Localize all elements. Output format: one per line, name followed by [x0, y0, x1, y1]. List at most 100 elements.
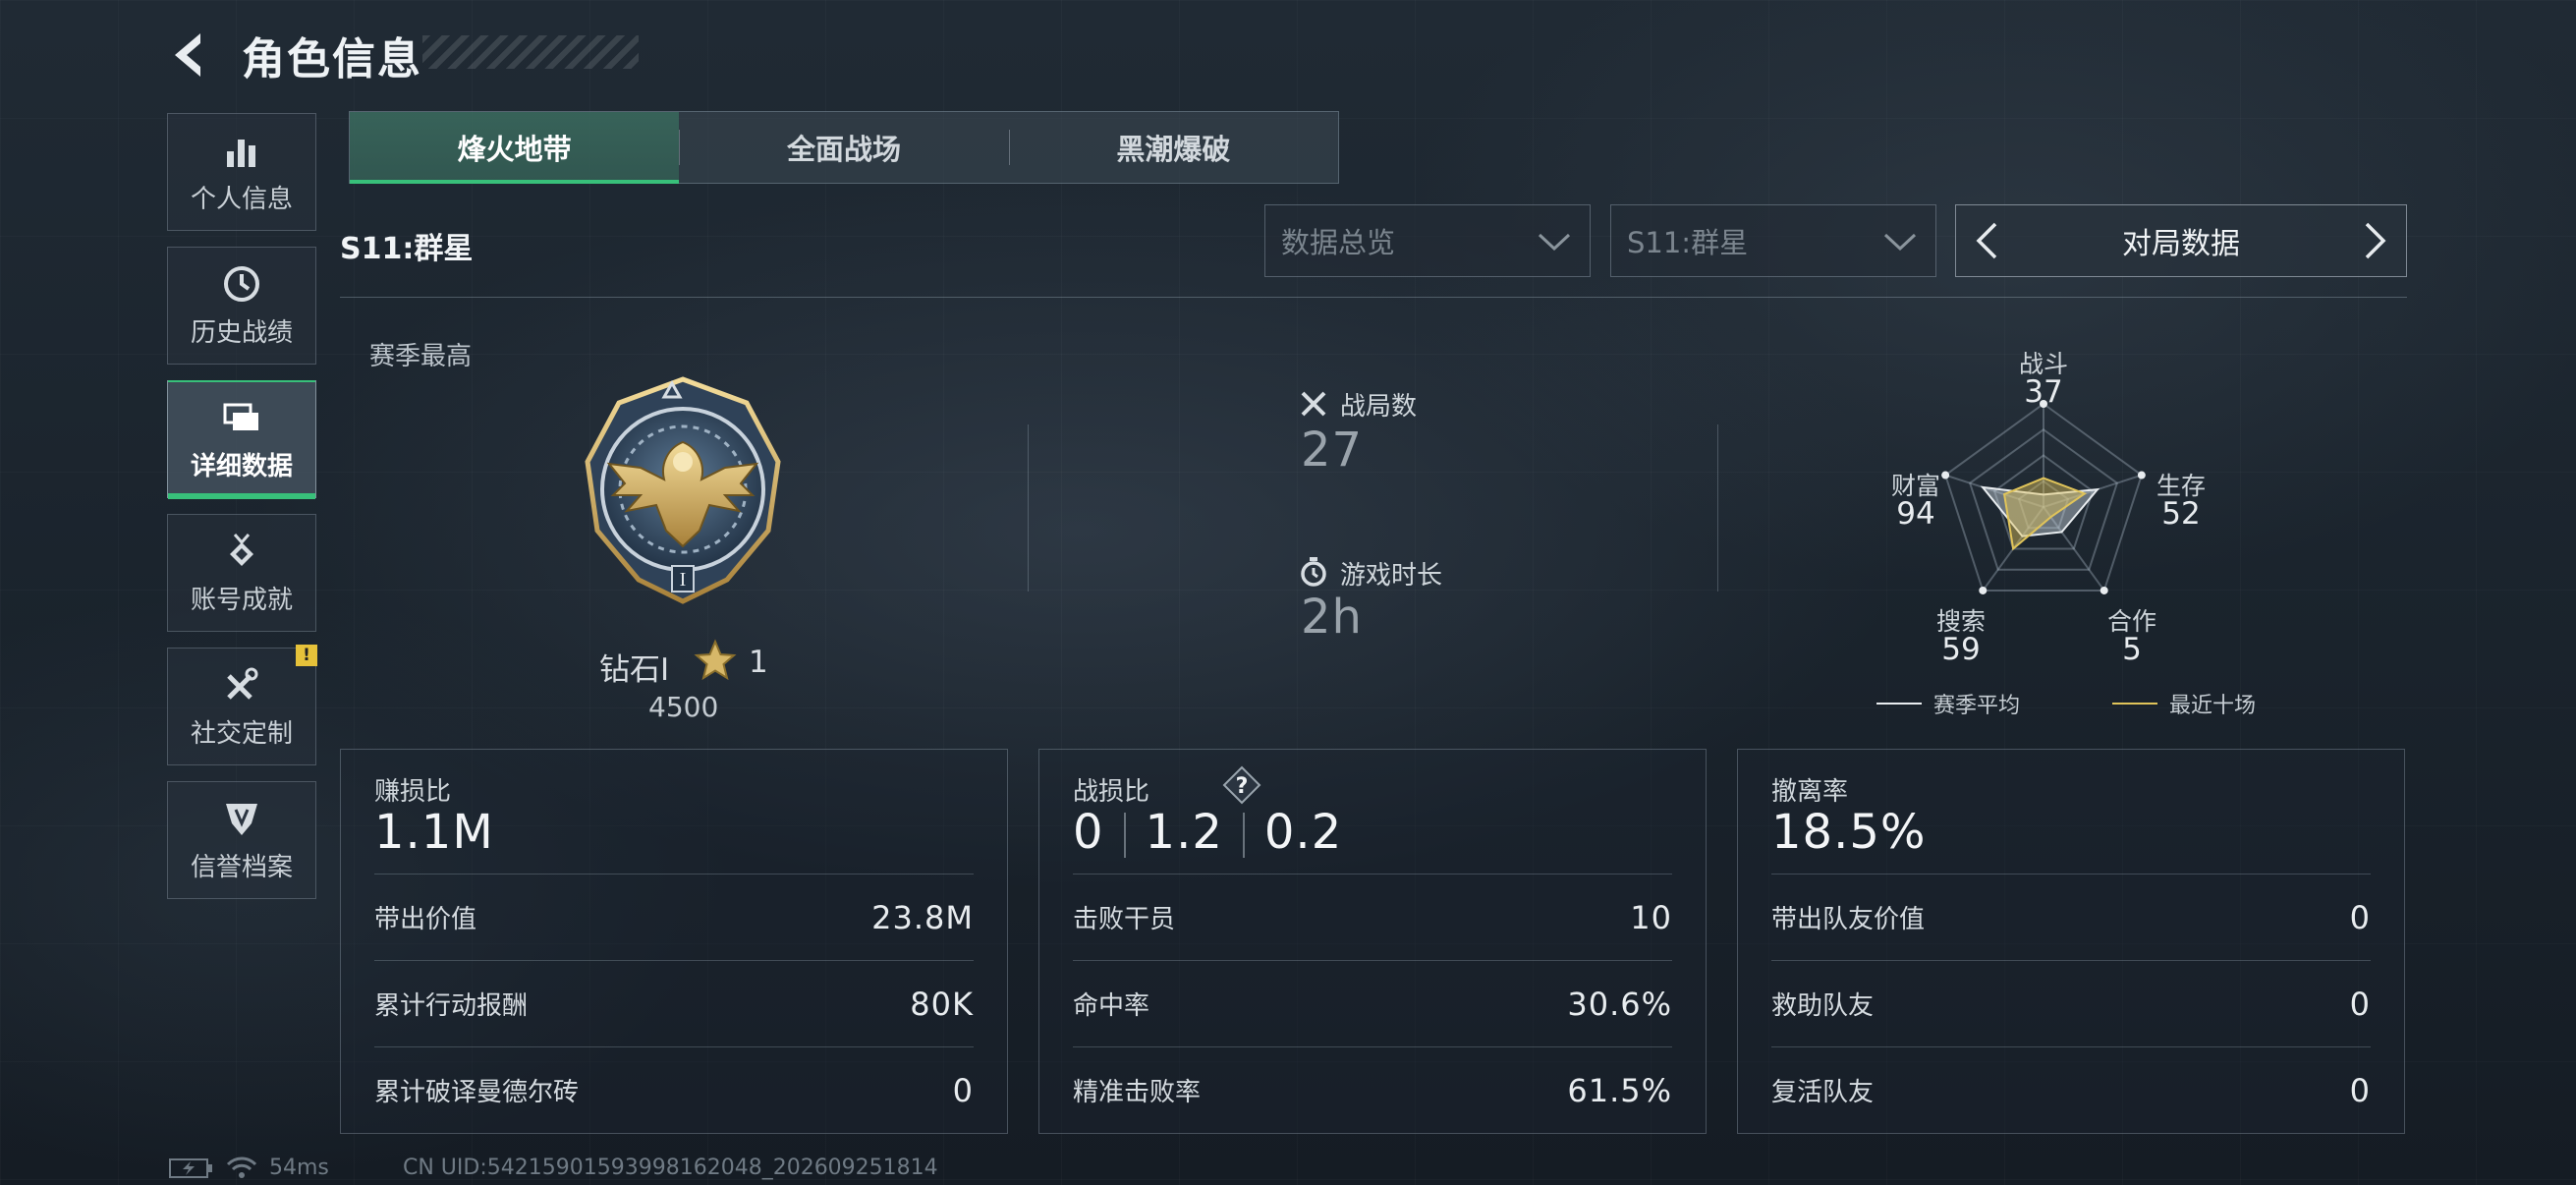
medal-icon	[230, 533, 253, 566]
rank-score: 4500	[648, 691, 719, 723]
help-icon[interactable]: ?	[1222, 765, 1261, 805]
stat-row-label: 复活队友	[1771, 1078, 1875, 1107]
radar-axis-value: 37	[2024, 374, 2063, 410]
chevron-down-icon	[1883, 233, 1917, 252]
shield-icon	[226, 803, 257, 835]
chevron-left-icon	[1976, 222, 1997, 259]
sidebar-item-label: 信誉档案	[190, 852, 293, 882]
stat-row: 命中率 30.6%	[1073, 960, 1672, 1046]
mode-tabs: 烽火地带 全面战场 黑潮爆破	[349, 111, 1339, 184]
sidebar-item-label: 历史战绩	[190, 317, 293, 348]
stat-row-label: 带出价值	[374, 905, 477, 934]
sidebar-item-label: 详细数据	[190, 451, 293, 481]
stat-row-value: 10	[1630, 898, 1672, 936]
tab-full-battlefield[interactable]: 全面战场	[679, 112, 1008, 183]
radar-axis-value: 5	[2122, 632, 2142, 667]
radar-axis-cooperation: 合作 5	[2093, 607, 2171, 667]
stopwatch-icon	[1301, 557, 1326, 587]
back-arrow-icon[interactable]	[165, 28, 220, 83]
extraction-rate-label: 撤离率	[1771, 777, 1849, 807]
stat-row-value: 0	[2349, 898, 2371, 936]
chevron-right-icon	[2365, 222, 2386, 259]
radar-axis-survival: 生存 52	[2142, 472, 2220, 532]
title-decoration	[422, 35, 639, 69]
sidebar-item-credit-record[interactable]: 信誉档案	[167, 781, 316, 899]
legend-recent-ten: 最近十场	[2112, 688, 2256, 719]
kd-value: 0.2	[1263, 805, 1343, 860]
radar-axis-value: 52	[2161, 496, 2201, 532]
diamond-rank-emblem: I	[585, 376, 781, 604]
stat-row: 复活队友 0	[1771, 1046, 2371, 1133]
view-dropdown-value: 数据总览	[1281, 226, 1396, 259]
stat-row-value: 0	[952, 1071, 974, 1109]
radar-axis-value: 94	[1896, 496, 1935, 532]
playtime-value: 2h	[1301, 590, 1363, 645]
kd-value: 0	[1073, 805, 1104, 860]
sidebar-item-label: 账号成就	[190, 585, 293, 615]
stat-row-label: 累计破译曼德尔砖	[374, 1078, 580, 1107]
notification-badge: !	[296, 645, 317, 666]
kd-separator	[1123, 813, 1126, 858]
ability-radar: 战斗 37 生存 52 合作 5 搜索 59 财富 94	[1847, 340, 2240, 674]
vertical-divider	[1028, 424, 1029, 592]
next-mode-button[interactable]	[2351, 205, 2400, 276]
radar-axis-dot	[1979, 586, 1988, 594]
matches-label: 战局数	[1340, 392, 1418, 422]
stat-row-label: 命中率	[1073, 991, 1150, 1021]
cards-icon	[223, 403, 258, 430]
season-label: S11:群星	[340, 232, 474, 266]
matches-value: 27	[1301, 423, 1364, 478]
kd-values: 0 1.2 0.2	[1073, 805, 1342, 860]
sidebar-item-personal-info[interactable]: 个人信息	[167, 113, 316, 231]
stat-row: 带出价值 23.8M	[374, 874, 974, 960]
view-dropdown[interactable]: 数据总览	[1264, 204, 1591, 277]
playtime-label: 游戏时长	[1340, 561, 1443, 591]
extraction-card: 撤离率 18.5% 带出队友价值 0 救助队友 0 复活队友 0	[1737, 749, 2405, 1134]
section-divider	[340, 297, 2407, 298]
battery-icon	[169, 1157, 212, 1178]
stat-row-value: 30.6%	[1567, 985, 1672, 1023]
stat-row-value: 0	[2349, 985, 2371, 1023]
stat-row: 累计破译曼德尔砖 0	[374, 1046, 974, 1133]
page-title: 角色信息	[242, 34, 422, 85]
prev-mode-button[interactable]	[1962, 205, 2011, 276]
svg-text:I: I	[680, 569, 687, 591]
radar-axis-value: 59	[1941, 632, 1981, 667]
tab-blazing-zone[interactable]: 烽火地带	[350, 112, 680, 184]
radar-axis-search: 搜索 59	[1922, 607, 2000, 667]
sidebar-item-detailed-data[interactable]: 详细数据	[167, 380, 316, 499]
combat-card: 战损比 ? 0 1.2 0.2 击败干员 10 命中率 30.6% 精准击败率 61…	[1038, 749, 1707, 1134]
sidebar-item-achievements[interactable]: 账号成就	[167, 514, 316, 632]
stat-row: 救助队友 0	[1771, 960, 2371, 1046]
stat-row: 击败干员 10	[1073, 874, 1672, 960]
stat-row: 带出队友价值 0	[1771, 874, 2371, 960]
sidebar-item-label: 社交定制	[190, 718, 293, 749]
status-bar: 54ms	[169, 1156, 329, 1180]
stat-row-label: 救助队友	[1771, 991, 1875, 1021]
stat-row-label: 击败干员	[1073, 905, 1176, 934]
bar-chart-icon	[227, 139, 255, 167]
data-mode-selector: 对局数据	[1955, 204, 2407, 277]
extraction-rate-value: 18.5%	[1771, 805, 1927, 860]
sidebar-item-social-custom[interactable]: 社交定制 !	[167, 645, 317, 765]
stat-row-label: 带出队友价值	[1771, 905, 1926, 934]
tab-black-tide[interactable]: 黑潮爆破	[1008, 112, 1338, 183]
sidebar-item-match-history[interactable]: 历史战绩	[167, 247, 316, 365]
chevron-down-icon	[1538, 233, 1571, 252]
star-icon	[694, 639, 737, 681]
season-dropdown-value: S11:群星	[1627, 226, 1749, 259]
help-icon-glyph: ?	[1236, 774, 1249, 799]
rank-stars-count: 1	[749, 645, 768, 680]
legend-swatch	[1876, 703, 1922, 705]
stat-row: 累计行动报酬 80K	[374, 960, 974, 1046]
season-dropdown[interactable]: S11:群星	[1610, 204, 1936, 277]
user-uid: CN UID:5421590159399816​2048_20260925181…	[403, 1156, 938, 1180]
stat-row-value: 23.8M	[871, 898, 974, 936]
clock-icon	[224, 265, 259, 302]
radar-axis-wealth: 财富 94	[1876, 472, 1955, 532]
profit-ratio-value: 1.1M	[374, 805, 494, 860]
profit-ratio-label: 赚损比	[374, 777, 452, 807]
stat-row-value: 61.5%	[1567, 1071, 1672, 1109]
radar-axis-combat: 战斗 37	[2004, 350, 2083, 410]
wifi-icon	[226, 1157, 257, 1178]
